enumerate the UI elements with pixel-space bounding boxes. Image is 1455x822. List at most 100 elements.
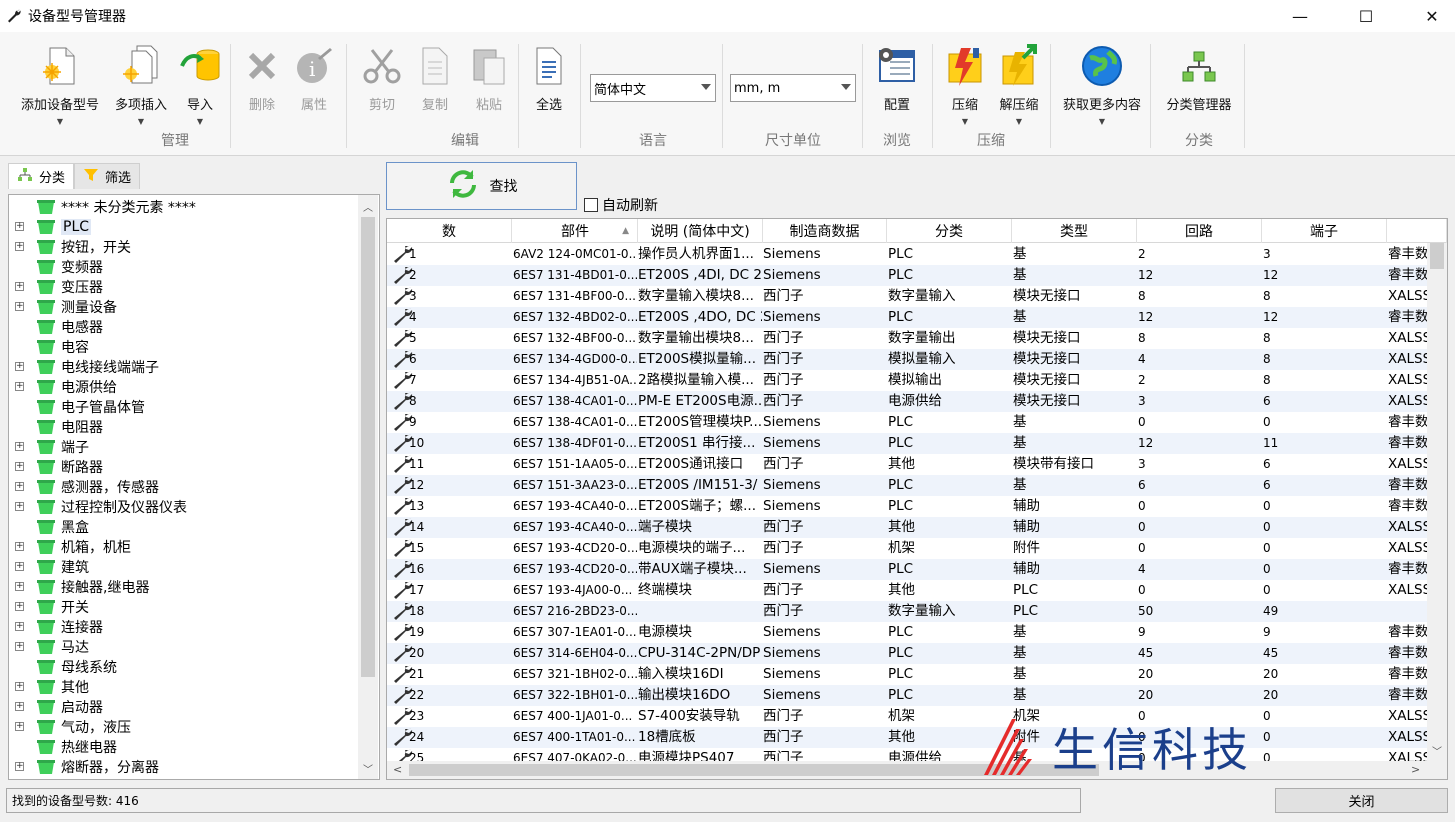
- column-header[interactable]: 说明 (简体中文): [638, 219, 763, 243]
- add-device-model-button[interactable]: 添加设备型号 ▼: [14, 44, 106, 126]
- table-scroll-thumb[interactable]: [1430, 243, 1444, 269]
- table-row[interactable]: 5 6ES7 132-4BF00-0... 数字量输出模块8... 西门子 数字量输出 模…: [387, 328, 1428, 349]
- scroll-right-icon[interactable]: >: [1411, 763, 1420, 776]
- tree-item[interactable]: **** 未分类元素 ****: [9, 197, 359, 217]
- expand-toggle-icon[interactable]: +: [15, 242, 24, 251]
- expand-toggle-icon[interactable]: +: [15, 282, 24, 291]
- expand-toggle-icon[interactable]: +: [15, 622, 24, 631]
- tree-item[interactable]: 变频器: [9, 257, 359, 277]
- table-row[interactable]: 18 6ES7 216-2BD23-0... 西门子 数字量输入 PLC 50 49: [387, 601, 1427, 622]
- config-button[interactable]: 配置: [874, 44, 920, 113]
- tree-item[interactable]: 电感器: [9, 317, 359, 337]
- expand-toggle-icon[interactable]: +: [15, 562, 24, 571]
- scroll-down-icon[interactable]: ﹀: [1432, 743, 1442, 758]
- units-select[interactable]: mm, m: [730, 74, 856, 102]
- column-header[interactable]: 数: [387, 219, 512, 243]
- table-row[interactable]: 11 6ES7 151-1AA05-0... ET200S通讯接口 西门子 其他 模块带有…: [387, 454, 1428, 475]
- expand-toggle-icon[interactable]: +: [15, 462, 24, 471]
- table-row[interactable]: 2 6ES7 131-4BD01-0... ET200S ,4DI, DC 2...…: [387, 265, 1428, 286]
- tree-item[interactable]: + 变压器: [9, 277, 359, 297]
- checkbox-box[interactable]: [584, 198, 598, 212]
- tree-item[interactable]: + 接触器,继电器: [9, 577, 359, 597]
- maximize-button[interactable]: ☐: [1343, 0, 1389, 32]
- close-window-button[interactable]: ✕: [1409, 0, 1455, 32]
- table-row[interactable]: 10 6ES7 138-4DF01-0... ET200S1 串行接... Sieme…: [387, 433, 1428, 454]
- table-row[interactable]: 17 6ES7 193-4JA00-0... 终端模块 西门子 其他 PLC 0 0 XALSS: [387, 580, 1428, 601]
- column-header[interactable]: 部件 ▲: [513, 219, 638, 243]
- select-all-button[interactable]: 全选: [526, 44, 572, 113]
- expand-toggle-icon[interactable]: +: [15, 502, 24, 511]
- compress-button[interactable]: 压缩 ▼: [942, 44, 988, 126]
- scroll-left-icon[interactable]: <: [393, 763, 402, 776]
- table-row[interactable]: 6 6ES7 134-4GD00-0... ET200S模拟量输... 西门子 模拟量输…: [387, 349, 1428, 370]
- table-row[interactable]: 19 6ES7 307-1EA01-0... 电源模块 Siemens PLC 基 9 9 睿丰…: [387, 622, 1428, 643]
- table-row[interactable]: 14 6ES7 193-4CA40-0... 端子模块 西门子 其他 辅助 0 0 XALSS: [387, 517, 1428, 538]
- multi-insert-button[interactable]: 多项插入 ▼: [110, 44, 172, 126]
- tree-vertical-scrollbar[interactable]: ︿ ﹀: [358, 195, 378, 779]
- tree-item[interactable]: + 电线接线端端子: [9, 357, 359, 377]
- expand-toggle-icon[interactable]: +: [15, 362, 24, 371]
- expand-toggle-icon[interactable]: +: [15, 222, 24, 231]
- column-header[interactable]: 分类: [887, 219, 1012, 243]
- tree-item[interactable]: + 熔断器，分离器: [9, 757, 359, 777]
- tree-item[interactable]: + 测量设备: [9, 297, 359, 317]
- table-row[interactable]: 4 6ES7 132-4BD02-0...ET200S ,4DO, DC 2...…: [387, 307, 1428, 328]
- import-button[interactable]: 导入 ▼: [176, 44, 224, 126]
- tree-item[interactable]: 黑盒: [9, 517, 359, 537]
- device-model-table[interactable]: 数 部件 ▲ 说明 (简体中文) 制造商数据 分类 类型 回路 端子 1 6AV2 124-0MC…: [386, 218, 1448, 780]
- tree-item[interactable]: 母线系统: [9, 657, 359, 677]
- table-row[interactable]: 21 6ES7 321-1BH02-0... 输入模块16DI Siemens PLC 基…: [387, 664, 1428, 685]
- tree-scroll-thumb[interactable]: [361, 217, 375, 677]
- delete-button[interactable]: 删除: [240, 44, 284, 113]
- tree-item[interactable]: 电容: [9, 337, 359, 357]
- tree-item[interactable]: + 按钮，开关: [9, 237, 359, 257]
- paste-button[interactable]: 粘贴: [466, 44, 512, 113]
- table-row[interactable]: 12 6ES7 151-3AA23-0... ET200S /IM151-3/ ..…: [387, 475, 1428, 496]
- decompress-button[interactable]: 解压缩 ▼: [994, 44, 1044, 126]
- table-vertical-scrollbar[interactable]: ﹀: [1427, 243, 1447, 761]
- tree-item[interactable]: +信号,告警装置: [9, 777, 359, 779]
- column-header[interactable]: 类型: [1012, 219, 1137, 243]
- close-button[interactable]: 关闭: [1275, 788, 1448, 813]
- scroll-down-icon[interactable]: ﹀: [363, 761, 373, 776]
- tree-item[interactable]: + 断路器: [9, 457, 359, 477]
- column-header[interactable]: 制造商数据: [763, 219, 887, 243]
- tree-item[interactable]: + 机箱，机柜: [9, 537, 359, 557]
- language-select[interactable]: 简体中文: [590, 74, 716, 102]
- tree-item[interactable]: + PLC: [9, 217, 359, 237]
- tree-item[interactable]: + 电源供给: [9, 377, 359, 397]
- expand-toggle-icon[interactable]: +: [15, 602, 24, 611]
- table-row[interactable]: 24 6ES7 400-1TA01-0... 18槽底板 西门子 其他 附件 0 0 XALSS: [387, 727, 1428, 748]
- expand-toggle-icon[interactable]: +: [15, 682, 24, 691]
- tree-item[interactable]: + 感测器，传感器: [9, 477, 359, 497]
- column-header[interactable]: 端子: [1262, 219, 1387, 243]
- category-manager-button[interactable]: 分类管理器: [1158, 44, 1240, 113]
- copy-button[interactable]: 复制: [412, 44, 458, 113]
- minimize-button[interactable]: —: [1277, 0, 1323, 32]
- table-row[interactable]: 9 6ES7 138-4CA01-0... ET200S管理模块P... Siemen…: [387, 412, 1428, 433]
- tree-item[interactable]: + 端子: [9, 437, 359, 457]
- expand-toggle-icon[interactable]: +: [15, 542, 24, 551]
- table-row[interactable]: 15 6ES7 193-4CD20-0... 电源模块的端子... 西门子 机架 附件 0 0…: [387, 538, 1428, 559]
- expand-toggle-icon[interactable]: +: [15, 762, 24, 771]
- expand-toggle-icon[interactable]: +: [15, 702, 24, 711]
- tree-item[interactable]: + 气动，液压: [9, 717, 359, 737]
- expand-toggle-icon[interactable]: +: [15, 442, 24, 451]
- expand-toggle-icon[interactable]: +: [15, 642, 24, 651]
- tree-item[interactable]: 电阻器: [9, 417, 359, 437]
- column-header[interactable]: 回路: [1137, 219, 1262, 243]
- tree-item[interactable]: + 马达: [9, 637, 359, 657]
- tree-item[interactable]: 热继电器: [9, 737, 359, 757]
- tab-filter[interactable]: 筛选: [74, 163, 141, 189]
- auto-refresh-checkbox[interactable]: 自动刷新: [584, 195, 658, 215]
- table-row[interactable]: 20 6ES7 314-6EH04-0... CPU-314C-2PN/DP Siem…: [387, 643, 1428, 664]
- table-row[interactable]: 22 6ES7 322-1BH01-0... 输出模块16DO Siemens PLC 基…: [387, 685, 1428, 706]
- table-row[interactable]: 1 6AV2 124-0MC01-0... 操作员人机界面1... Siemens PL…: [387, 244, 1428, 265]
- properties-button[interactable]: i 属性: [290, 44, 338, 113]
- expand-toggle-icon[interactable]: +: [15, 722, 24, 731]
- table-row[interactable]: 7 6ES7 134-4JB51-0A... 2路模拟量输入模... 西门子 模拟输出 模…: [387, 370, 1428, 391]
- tree-item[interactable]: 电子管晶体管: [9, 397, 359, 417]
- table-row[interactable]: 8 6ES7 138-4CA01-0... PM-E ET200S电源... 西门子 电…: [387, 391, 1428, 412]
- find-button[interactable]: 查找: [386, 162, 577, 210]
- cut-button[interactable]: 剪切: [358, 44, 406, 113]
